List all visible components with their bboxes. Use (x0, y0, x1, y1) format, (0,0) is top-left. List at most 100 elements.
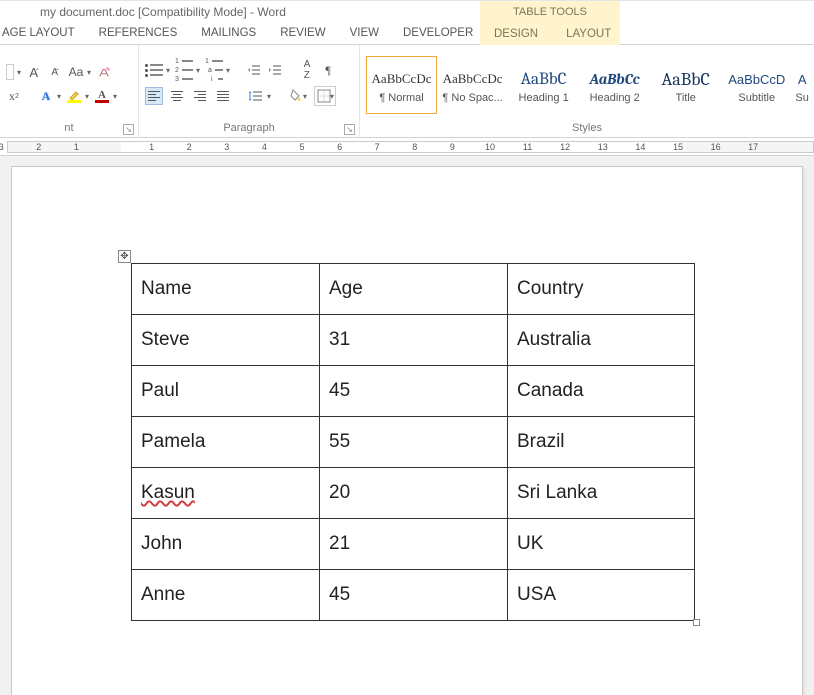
tab-mailings[interactable]: MAILINGS (189, 22, 268, 45)
table-cell[interactable]: USA (508, 570, 695, 621)
table-cell[interactable]: Paul (132, 366, 320, 417)
paragraph-dialog-launcher[interactable]: ↘ (344, 124, 355, 135)
cell-text: Sri Lanka (517, 482, 597, 503)
ruler-tick: 13 (598, 142, 608, 152)
style-subtitle[interactable]: AaBbCcD Subtitle (721, 56, 792, 114)
table-cell[interactable]: Anne (132, 570, 320, 621)
decrease-indent-button[interactable] (246, 62, 262, 78)
table-row[interactable]: Paul45Canada (132, 366, 695, 417)
style-heading2[interactable]: AaBbCc Heading 2 (579, 56, 650, 114)
font-dialog-launcher[interactable]: ↘ (123, 124, 134, 135)
style-more[interactable]: A Su (792, 56, 812, 114)
document-area[interactable]: ✥ NameAgeCountrySteve31AustraliaPaul45Ca… (0, 156, 814, 695)
bullets-button[interactable] (145, 62, 163, 78)
clear-formatting-button[interactable] (96, 64, 112, 80)
change-case-button[interactable]: Aa (68, 64, 84, 80)
tab-references[interactable]: REFERENCES (87, 22, 190, 45)
style-title[interactable]: AaBbC Title (650, 56, 721, 114)
document-table[interactable]: NameAgeCountrySteve31AustraliaPaul45Cana… (131, 263, 695, 621)
cell-text: 55 (329, 431, 350, 452)
table-move-handle[interactable]: ✥ (118, 250, 131, 263)
table-row[interactable]: NameAge Country (132, 264, 695, 315)
tab-page-layout[interactable]: AGE LAYOUT (0, 22, 87, 45)
table-cell[interactable]: 20 (320, 468, 508, 519)
table-cell[interactable]: Age (320, 264, 508, 315)
shrink-font-button[interactable]: Aˇ (47, 64, 63, 80)
horizontal-ruler[interactable]: 3211234567891011121314151617 (0, 138, 814, 156)
tab-table-design[interactable]: DESIGN (480, 22, 552, 45)
font-size-combo-edge[interactable] (6, 64, 14, 80)
table-cell[interactable]: Australia (508, 315, 695, 366)
ruler-tick: 8 (412, 142, 417, 152)
table-cell[interactable]: UK (508, 519, 695, 570)
chevron-down-icon[interactable]: ▾ (196, 66, 200, 75)
align-center-button[interactable] (168, 87, 186, 105)
style-no-spacing[interactable]: AaBbCcDc ¶ No Spac... (437, 56, 508, 114)
cell-text: 31 (329, 329, 350, 350)
cell-text: Anne (141, 584, 185, 605)
table-row[interactable]: Steve 31 Australia (132, 315, 695, 366)
table-cell[interactable]: 45 (320, 570, 508, 621)
numbering-button[interactable]: 1 2 3 (175, 62, 193, 78)
chevron-down-icon[interactable]: ▾ (113, 92, 117, 101)
table-cell[interactable]: Brazil (508, 417, 695, 468)
chevron-down-icon[interactable]: ▾ (267, 92, 271, 101)
chevron-down-icon[interactable]: ▾ (166, 66, 170, 75)
table-row[interactable]: Pamela 55 Brazil (132, 417, 695, 468)
chevron-down-icon[interactable]: ▾ (87, 68, 91, 77)
cell-text: USA (517, 584, 556, 605)
table-cell[interactable]: Sri Lanka (508, 468, 695, 519)
table-cell[interactable]: 21 (320, 519, 508, 570)
chevron-down-icon[interactable]: ▾ (226, 66, 230, 75)
line-spacing-button[interactable] (248, 88, 264, 104)
table-row[interactable]: John21UK (132, 519, 695, 570)
ruler-tick: 14 (635, 142, 645, 152)
cell-text: Pamela (141, 431, 205, 452)
text-effects-button[interactable]: A (38, 88, 54, 104)
align-justify-button[interactable] (214, 87, 232, 105)
table-cell[interactable]: 45 (320, 366, 508, 417)
align-right-button[interactable] (191, 87, 209, 105)
ruler-tick: 3 (0, 142, 4, 152)
page[interactable]: ✥ NameAgeCountrySteve31AustraliaPaul45Ca… (11, 166, 803, 695)
align-left-button[interactable] (145, 87, 163, 105)
tab-developer[interactable]: DEVELOPER (391, 22, 485, 45)
chevron-down-icon[interactable]: ▾ (57, 92, 61, 101)
ruler-tick: 9 (450, 142, 455, 152)
grow-font-button[interactable]: Aˆ (26, 64, 42, 80)
table-cell[interactable]: Steve (132, 315, 320, 366)
ruler-tick: 6 (337, 142, 342, 152)
style-heading1[interactable]: AaBbC Heading 1 (508, 56, 579, 114)
font-color-button[interactable]: A (94, 88, 110, 104)
style-normal[interactable]: AaBbCcDc ¶ Normal (366, 56, 437, 114)
highlight-button[interactable] (66, 88, 82, 104)
tab-table-layout[interactable]: LAYOUT (552, 22, 625, 45)
increase-indent-button[interactable] (267, 62, 283, 78)
table-cell[interactable]: Canada (508, 366, 695, 417)
table-cell[interactable]: Country (508, 264, 695, 315)
styles-gallery[interactable]: AaBbCcDc ¶ Normal AaBbCcDc ¶ No Spac... … (366, 56, 812, 114)
multilevel-list-button[interactable]: 1 a i (205, 62, 223, 78)
shading-button[interactable]: ▾ (287, 86, 309, 106)
table-cell[interactable]: Pamela (132, 417, 320, 468)
cell-text: Country (517, 278, 584, 299)
table-row[interactable]: Kasun20 Sri Lanka (132, 468, 695, 519)
group-font: ▾ Aˆ Aˇ Aa▾ x2 A▾ ▾ A (0, 45, 139, 137)
subscript-button[interactable]: x2 (6, 88, 22, 104)
table-cell[interactable]: Name (132, 264, 320, 315)
chevron-down-icon[interactable]: ▾ (17, 68, 21, 77)
table-cell[interactable]: John (132, 519, 320, 570)
table-cell[interactable]: 31 (320, 315, 508, 366)
borders-button[interactable]: ▾ (314, 86, 336, 106)
table-resize-handle[interactable] (693, 619, 700, 626)
table-cell[interactable]: 55 (320, 417, 508, 468)
tab-view[interactable]: VIEW (338, 22, 391, 45)
chevron-down-icon[interactable]: ▾ (85, 92, 89, 101)
tab-review[interactable]: REVIEW (268, 22, 337, 45)
show-hide-button[interactable]: ¶ (320, 62, 336, 78)
ribbon-tabs: AGE LAYOUT REFERENCES MAILINGS REVIEW VI… (0, 22, 814, 45)
title-bar: my document.doc [Compatibility Mode] - W… (0, 0, 814, 22)
table-row[interactable]: Anne 45 USA (132, 570, 695, 621)
table-cell[interactable]: Kasun (132, 468, 320, 519)
sort-button[interactable]: AZ (299, 62, 315, 78)
